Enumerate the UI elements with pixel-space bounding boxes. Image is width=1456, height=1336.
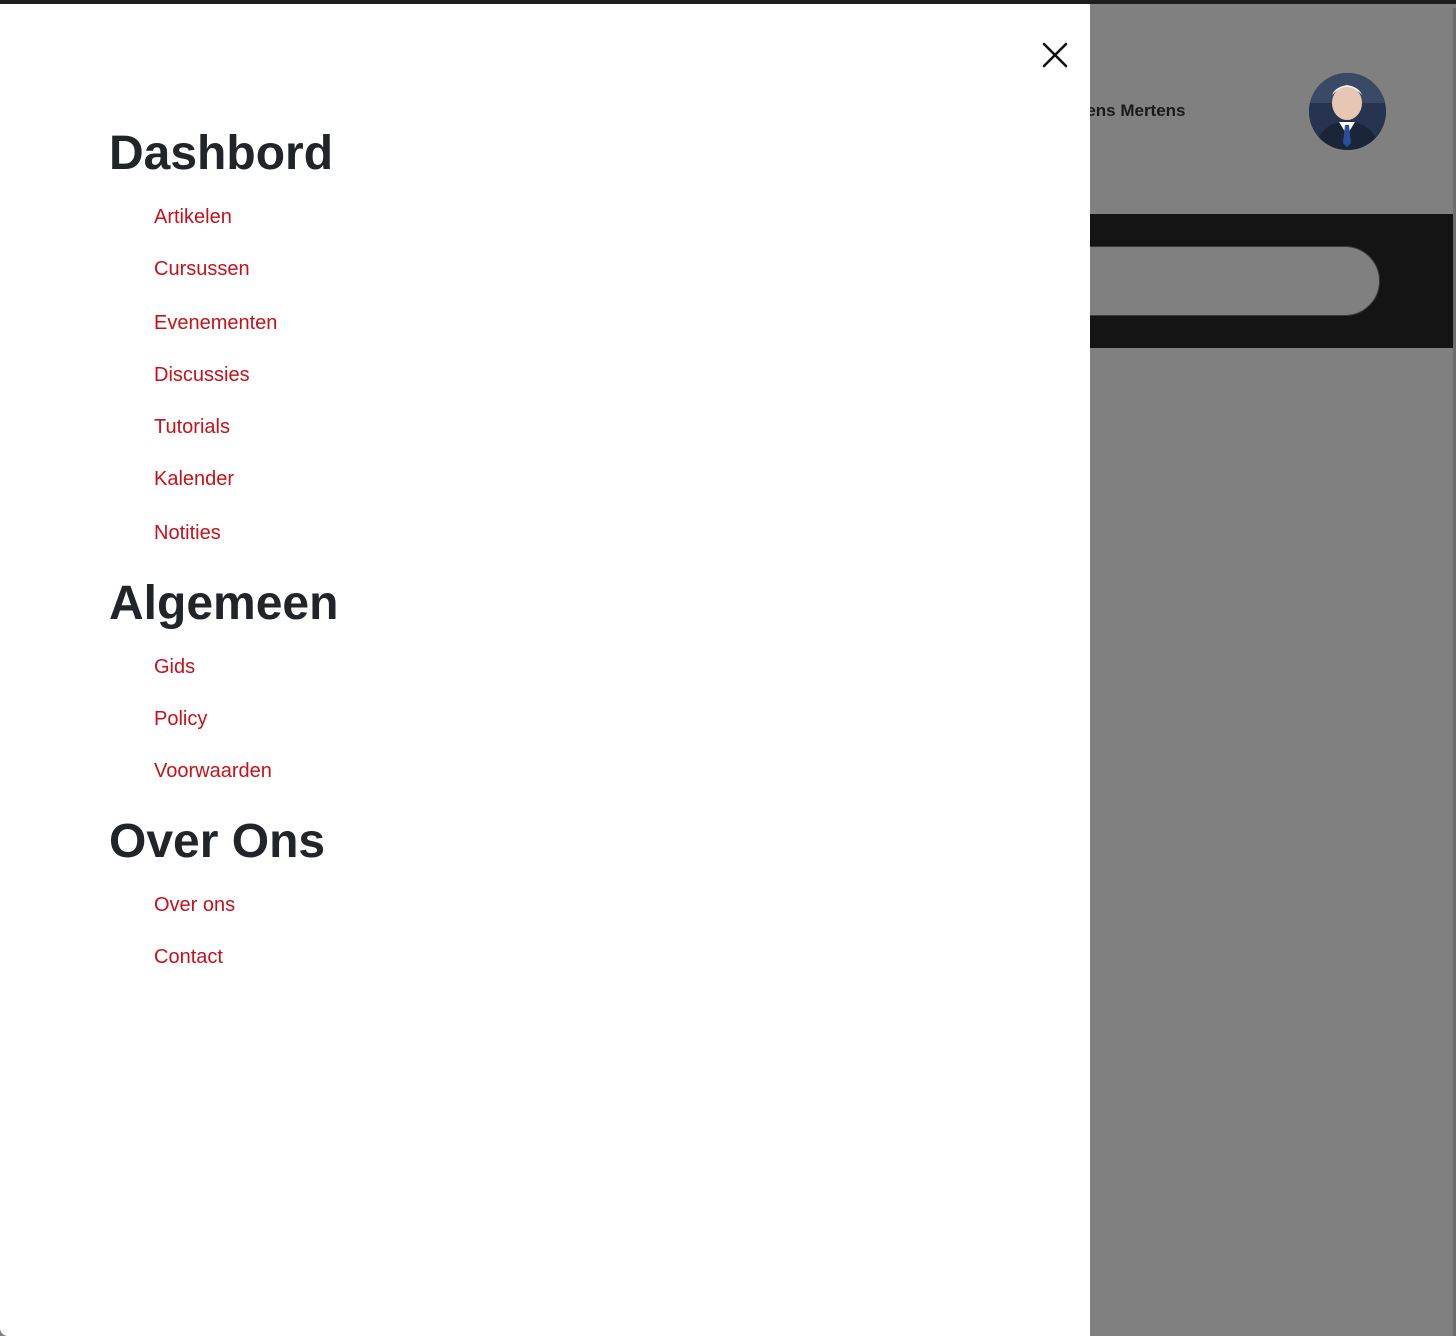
nav-link-notities[interactable]: Notities	[154, 523, 221, 543]
nav-link-discussies[interactable]: Discussies	[154, 365, 250, 385]
navigation-drawer: Dashbord Artikelen Cursussen Evenementen…	[0, 4, 1090, 1336]
nav-link-cursussen[interactable]: Cursussen	[154, 259, 250, 279]
section-title-dashbord: Dashbord	[109, 127, 334, 180]
nav-link-policy[interactable]: Policy	[154, 709, 207, 729]
nav-link-voorwaarden[interactable]: Voorwaarden	[154, 761, 272, 781]
section-title-algemeen: Algemeen	[109, 577, 339, 630]
nav-link-tutorials[interactable]: Tutorials	[154, 417, 230, 437]
user-name: Jens Mertens	[1076, 101, 1186, 120]
nav-link-gids[interactable]: Gids	[154, 657, 195, 677]
window-top-border	[0, 0, 1456, 4]
nav-link-over-ons[interactable]: Over ons	[154, 895, 235, 915]
nav-link-contact[interactable]: Contact	[154, 947, 223, 967]
avatar[interactable]	[1309, 73, 1386, 150]
nav-link-kalender[interactable]: Kalender	[154, 469, 234, 489]
app-window: kom Jens Mertens Dashbord	[0, 0, 1456, 1336]
nav-link-evenementen[interactable]: Evenementen	[154, 313, 277, 333]
close-icon	[1042, 42, 1068, 68]
section-title-over-ons: Over Ons	[109, 815, 326, 868]
nav-link-artikelen[interactable]: Artikelen	[154, 207, 232, 227]
close-button[interactable]	[1038, 38, 1072, 72]
user-portrait-icon	[1309, 73, 1386, 150]
